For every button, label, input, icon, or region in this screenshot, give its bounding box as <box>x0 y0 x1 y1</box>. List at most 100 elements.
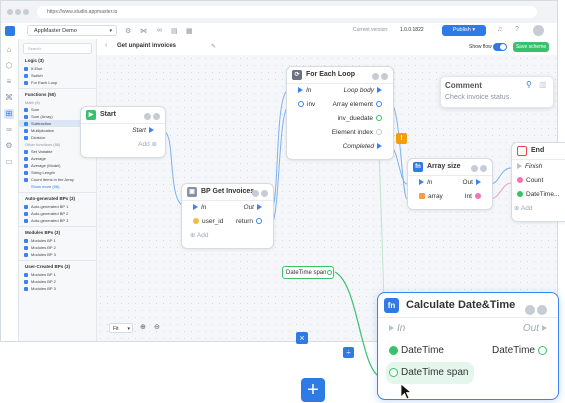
return-port[interactable] <box>256 218 262 225</box>
node-header[interactable]: fn Array size <box>408 159 492 176</box>
node-header[interactable]: ▶ Start <box>81 107 165 124</box>
port-row: ⊕ Add <box>182 229 273 243</box>
port-row: array Int <box>408 190 492 204</box>
split-icon[interactable]: ÷ <box>343 347 354 358</box>
exec-out-port[interactable] <box>377 143 382 150</box>
for-each-loop-node[interactable]: ⟳ For Each Loop In Loop body inv Array e… <box>286 66 394 160</box>
exec-out-port[interactable] <box>149 127 154 134</box>
comment-icon[interactable] <box>153 113 160 120</box>
port-label: DateTime span <box>401 367 469 378</box>
add-port-label: Add <box>196 232 209 239</box>
function-icon: fn <box>413 162 423 172</box>
port-label: Completed <box>342 143 374 150</box>
array-size-node[interactable]: fn Array size In Out array Int <box>407 158 493 210</box>
close-icon[interactable]: × <box>296 332 308 344</box>
port-row: DateTime span <box>378 362 558 384</box>
start-node[interactable]: ▶ Start Start Add ⊕ <box>80 106 166 158</box>
port-row: inv Array element <box>287 98 393 112</box>
exec-out-port[interactable] <box>542 325 547 332</box>
index-port[interactable] <box>376 129 382 136</box>
plus-circle-icon[interactable]: ⊕ <box>190 232 195 239</box>
exec-out-port[interactable] <box>257 204 262 211</box>
element-port[interactable] <box>376 101 382 108</box>
datetime-port[interactable] <box>327 270 332 275</box>
port-label: Out <box>243 204 254 211</box>
port-label: Loop body <box>343 87 374 94</box>
port-row: Completed <box>287 140 393 154</box>
comment-icon[interactable] <box>537 305 547 315</box>
int-port[interactable] <box>517 177 523 184</box>
add-port-label: Add <box>520 205 533 212</box>
datetime-port[interactable] <box>389 345 398 355</box>
port-label: Array element <box>332 101 373 108</box>
datetime-span-port[interactable] <box>389 367 398 377</box>
plus-circle-icon[interactable]: ⊕ <box>514 205 519 212</box>
node-header[interactable]: End <box>512 143 565 160</box>
help-icon[interactable] <box>525 305 535 315</box>
node-header[interactable]: ⟳ For Each Loop <box>287 67 393 84</box>
exec-in-port[interactable] <box>389 325 394 332</box>
help-icon[interactable] <box>372 73 379 80</box>
port-label: Element index <box>331 129 373 136</box>
pin-icon[interactable]: ⚲ <box>526 80 532 89</box>
comment-text: Check invoice status. <box>445 94 512 101</box>
exec-out-port[interactable] <box>377 87 382 94</box>
port-row: In Out <box>182 201 273 215</box>
comment-icon[interactable] <box>261 190 268 197</box>
node-title: BP Get Invoices <box>201 188 255 195</box>
trash-icon[interactable]: ▥ <box>539 80 547 89</box>
warning-icon[interactable]: ! <box>396 133 407 144</box>
port-row: In Loop body <box>287 84 393 98</box>
port-label: DateTime... <box>526 191 560 198</box>
datetime-port[interactable] <box>517 191 523 198</box>
get-invoices-node[interactable]: ▣ BP Get Invoices In Out user_id return … <box>181 183 274 249</box>
port-label: In <box>201 204 207 211</box>
comment-icon[interactable] <box>381 73 388 80</box>
node-title: Calculate Date&Time <box>406 299 516 311</box>
node-title: Array size <box>427 163 461 170</box>
loop-icon: ⟳ <box>292 70 302 80</box>
exec-in-port[interactable] <box>193 204 198 211</box>
port-label: Out <box>462 179 473 186</box>
datetime-port[interactable] <box>376 115 382 122</box>
array-port[interactable] <box>419 193 425 200</box>
function-icon: fn <box>384 298 399 313</box>
exec-in-port[interactable] <box>419 179 424 186</box>
exec-in-port[interactable] <box>298 87 303 94</box>
node-actions <box>523 300 553 315</box>
port-label: In <box>306 87 312 94</box>
node-actions <box>250 188 268 197</box>
array-port[interactable] <box>298 101 304 108</box>
help-icon[interactable] <box>252 190 259 197</box>
node-header[interactable]: ▣ BP Get Invoices <box>182 184 273 201</box>
port-row: DateTime DateTime <box>378 340 558 362</box>
port-label: inv_duedate <box>337 115 373 122</box>
port-row: inv_duedate <box>287 112 393 126</box>
datetime-port[interactable] <box>538 345 547 355</box>
add-node-button[interactable]: + <box>301 378 325 402</box>
help-icon[interactable] <box>471 165 478 172</box>
node-title: Start <box>100 111 116 118</box>
stop-icon <box>517 146 527 156</box>
help-icon[interactable] <box>144 113 151 120</box>
plus-circle-icon[interactable]: ⊕ <box>152 141 157 148</box>
port-label: In <box>427 179 433 186</box>
end-node[interactable]: End Finish Count DateTime... ⊕ Add <box>511 142 565 222</box>
param-port[interactable] <box>193 218 199 225</box>
comment-title: Comment <box>445 81 482 90</box>
exec-out-port[interactable] <box>476 179 481 186</box>
comment-icon[interactable] <box>480 165 487 172</box>
port-label: array <box>428 193 443 200</box>
port-row: user_id return <box>182 215 273 229</box>
exec-in-port[interactable] <box>517 163 522 170</box>
datetime-span-variable[interactable]: DateTime span <box>282 266 334 279</box>
comment-card[interactable]: Comment Check invoice status. ⚲ ▥ <box>440 76 554 108</box>
node-header[interactable]: fn Calculate Date&Time <box>378 293 558 318</box>
port-label: DateTime <box>492 345 535 356</box>
mouse-cursor-icon <box>400 383 413 400</box>
port-label: user_id <box>202 218 224 225</box>
port-label: inv <box>307 101 316 108</box>
port-row: Start <box>81 124 165 138</box>
int-port[interactable] <box>475 193 481 200</box>
port-row: Count <box>512 174 565 188</box>
